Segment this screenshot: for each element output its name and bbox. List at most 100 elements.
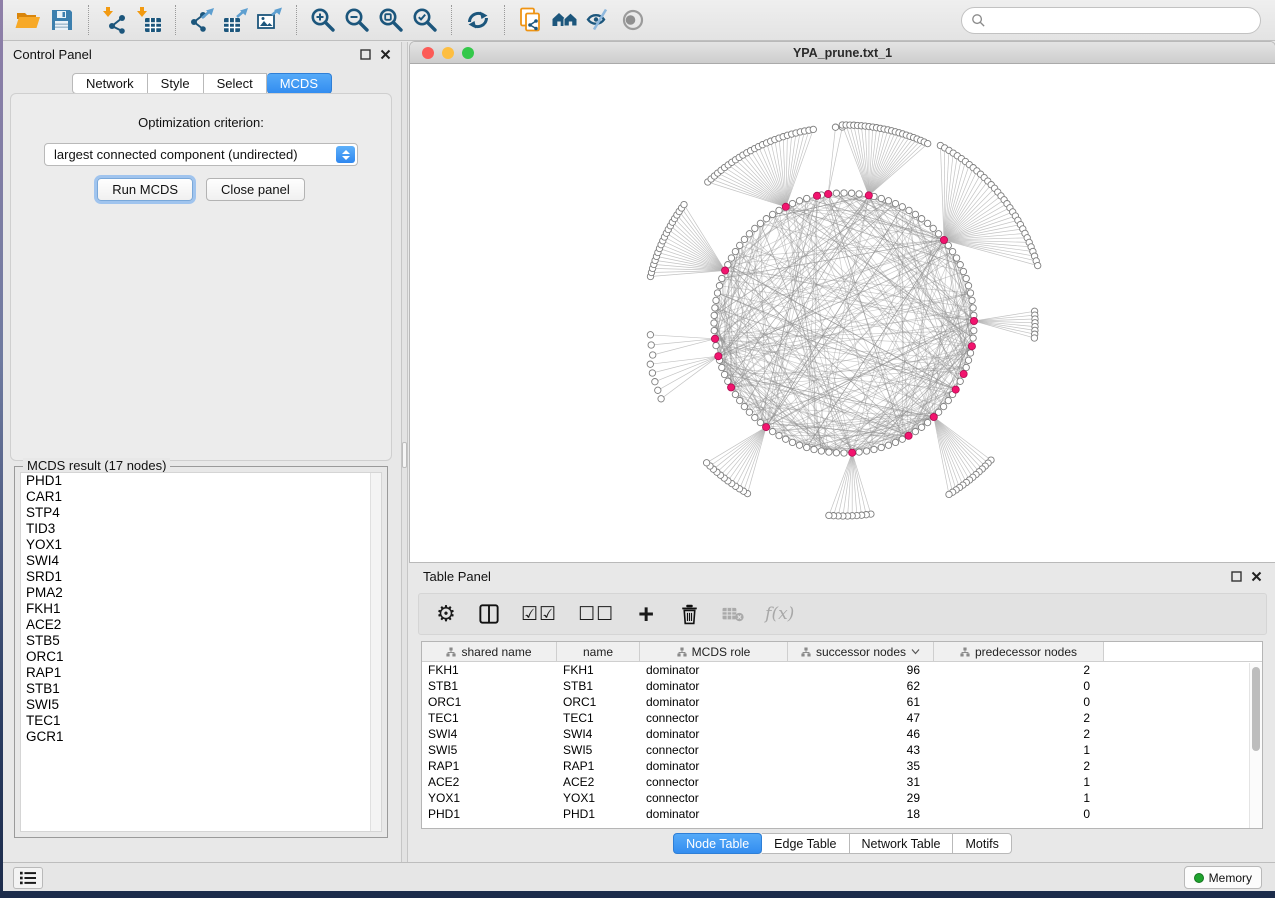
table-cell: connector <box>640 743 788 757</box>
run-mcds-button[interactable]: Run MCDS <box>97 178 193 201</box>
column-header-shared-name[interactable]: shared name <box>422 642 557 661</box>
result-node-item[interactable]: RAP1 <box>21 665 381 681</box>
table-row[interactable]: ACE2ACE2connector311 <box>422 774 1262 790</box>
result-node-item[interactable]: STB5 <box>21 633 381 649</box>
tab-node-table[interactable]: Node Table <box>673 833 762 854</box>
table-cell: 18 <box>788 807 934 821</box>
zoom-out-icon[interactable] <box>340 3 374 37</box>
result-node-item[interactable]: TEC1 <box>21 713 381 729</box>
table-row[interactable]: YOX1YOX1connector291 <box>422 790 1262 806</box>
table-cell: RAP1 <box>422 759 557 773</box>
refresh-layout-icon[interactable] <box>461 3 495 37</box>
function-builder-icon: f(x) <box>765 601 794 627</box>
table-row[interactable]: RAP1RAP1dominator352 <box>422 758 1262 774</box>
show-columns-icon[interactable] <box>478 601 500 627</box>
task-history-button[interactable] <box>13 867 43 889</box>
add-column-icon[interactable]: + <box>635 601 657 627</box>
network-window-title: YPA_prune.txt_1 <box>410 46 1275 60</box>
result-list-scrollbar[interactable] <box>370 473 381 831</box>
table-scrollbar-thumb[interactable] <box>1252 667 1260 751</box>
table-cell: 2 <box>934 663 1104 677</box>
float-panel-icon[interactable] <box>1231 571 1242 582</box>
table-cell: dominator <box>640 807 788 821</box>
table-row[interactable]: SWI4SWI4dominator462 <box>422 726 1262 742</box>
search-box[interactable] <box>961 7 1261 34</box>
table-settings-gear-icon[interactable]: ⚙ <box>435 601 457 627</box>
network-window-titlebar[interactable]: YPA_prune.txt_1 <box>410 42 1275 64</box>
tab-network-table[interactable]: Network Table <box>850 833 954 854</box>
result-node-item[interactable]: SWI4 <box>21 553 381 569</box>
column-header-MCDS-role[interactable]: MCDS role <box>640 642 788 661</box>
import-table-icon[interactable] <box>132 3 166 37</box>
save-session-icon[interactable] <box>45 3 79 37</box>
show-graphics-details-icon[interactable] <box>616 3 650 37</box>
table-scrollbar[interactable] <box>1249 663 1262 828</box>
close-panel-button[interactable]: Close panel <box>206 178 305 201</box>
tab-edge-table[interactable]: Edge Table <box>762 833 849 854</box>
tab-motifs[interactable]: Motifs <box>953 833 1011 854</box>
result-node-item[interactable]: SWI5 <box>21 697 381 713</box>
network-canvas[interactable] <box>410 64 1275 561</box>
table-cell: connector <box>640 711 788 725</box>
open-file-icon[interactable] <box>11 3 45 37</box>
tab-mcds[interactable]: MCDS <box>267 73 332 94</box>
hide-graphics-details-icon[interactable] <box>582 3 616 37</box>
tab-select[interactable]: Select <box>204 73 267 94</box>
result-node-item[interactable]: ACE2 <box>21 617 381 633</box>
select-all-icon[interactable]: ☑☑ <box>521 601 557 627</box>
mcds-result-group: MCDS result (17 nodes) PHD1CAR1STP4TID3Y… <box>14 466 388 838</box>
result-node-item[interactable]: PHD1 <box>21 473 381 489</box>
column-type-icon <box>960 647 970 657</box>
tab-style[interactable]: Style <box>148 73 204 94</box>
mcds-result-list[interactable]: PHD1CAR1STP4TID3YOX1SWI4SRD1PMA2FKH1ACE2… <box>20 472 382 832</box>
table-cell: 29 <box>788 791 934 805</box>
vertical-splitter[interactable] <box>401 42 408 862</box>
float-panel-icon[interactable] <box>360 49 371 60</box>
table-cell: FKH1 <box>422 663 557 677</box>
toolbar-separator <box>296 5 297 35</box>
column-header-predecessor-nodes[interactable]: predecessor nodes <box>934 642 1104 661</box>
zoom-fit-icon[interactable] <box>374 3 408 37</box>
criterion-select[interactable]: largest connected component (undirected) <box>44 143 358 166</box>
table-cell: connector <box>640 775 788 789</box>
toolbar-separator <box>175 5 176 35</box>
tab-network[interactable]: Network <box>72 73 148 94</box>
first-neighbors-icon[interactable] <box>548 3 582 37</box>
result-node-item[interactable]: CAR1 <box>21 489 381 505</box>
result-node-item[interactable]: PMA2 <box>21 585 381 601</box>
column-header-name[interactable]: name <box>557 642 640 661</box>
table-row[interactable]: SWI5SWI5connector431 <box>422 742 1262 758</box>
close-panel-icon[interactable] <box>1251 571 1262 582</box>
deselect-all-icon[interactable]: ☐☐ <box>578 601 614 627</box>
zoom-in-icon[interactable] <box>306 3 340 37</box>
table-row[interactable]: ORC1ORC1dominator610 <box>422 694 1262 710</box>
table-cell: SWI4 <box>557 727 640 741</box>
memory-label: Memory <box>1209 871 1252 885</box>
memory-button[interactable]: Memory <box>1184 866 1262 889</box>
result-node-item[interactable]: TID3 <box>21 521 381 537</box>
column-header-successor-nodes[interactable]: successor nodes <box>788 642 934 661</box>
result-node-item[interactable]: GCR1 <box>21 729 381 745</box>
export-image-icon[interactable] <box>253 3 287 37</box>
result-node-item[interactable]: YOX1 <box>21 537 381 553</box>
close-panel-icon[interactable] <box>380 49 391 60</box>
table-row[interactable]: PHD1PHD1dominator180 <box>422 806 1262 822</box>
zoom-selected-icon[interactable] <box>408 3 442 37</box>
node-table[interactable]: shared namenameMCDS rolesuccessor nodesp… <box>421 641 1263 829</box>
result-node-item[interactable]: STP4 <box>21 505 381 521</box>
import-network-icon[interactable] <box>98 3 132 37</box>
table-row[interactable]: TEC1TEC1connector472 <box>422 710 1262 726</box>
table-row[interactable]: STB1STB1dominator620 <box>422 678 1262 694</box>
result-node-item[interactable]: ORC1 <box>21 649 381 665</box>
table-row[interactable]: FKH1FKH1dominator962 <box>422 662 1262 678</box>
export-network-icon[interactable] <box>185 3 219 37</box>
result-node-item[interactable]: FKH1 <box>21 601 381 617</box>
table-toolbar: ⚙ ☑☑ ☐☐ + f(x) <box>418 593 1267 635</box>
delete-column-icon[interactable] <box>678 601 700 627</box>
clone-network-icon[interactable] <box>514 3 548 37</box>
search-input[interactable] <box>992 13 1251 28</box>
result-node-item[interactable]: STB1 <box>21 681 381 697</box>
result-node-item[interactable]: SRD1 <box>21 569 381 585</box>
splitter-grip[interactable] <box>402 442 407 468</box>
export-table-icon[interactable] <box>219 3 253 37</box>
